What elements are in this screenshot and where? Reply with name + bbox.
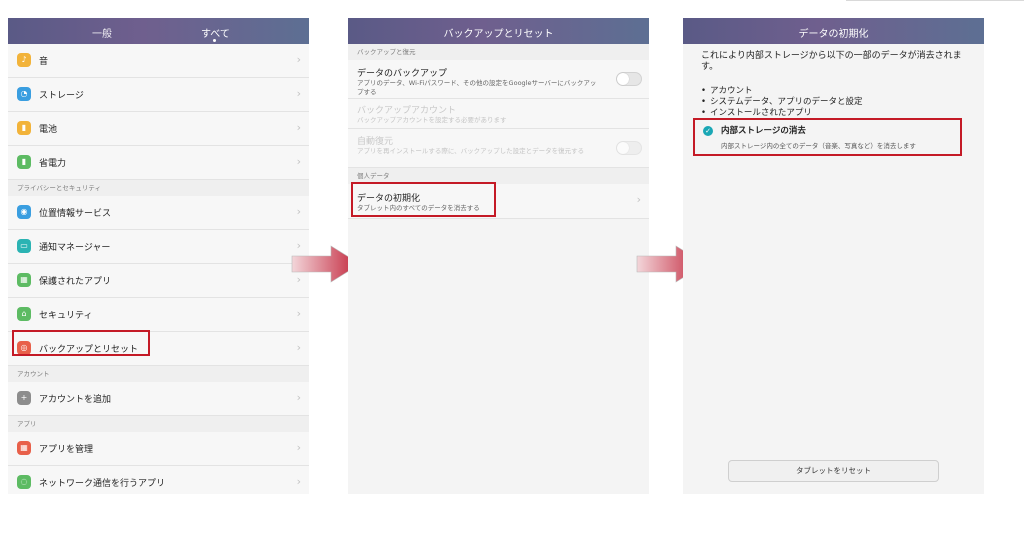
storage-icon: ◔ — [17, 87, 31, 101]
settings-item-storage[interactable]: ◔ ストレージ › — [8, 78, 309, 112]
chevron-right-icon: › — [296, 155, 301, 168]
location-icon: ◉ — [17, 205, 31, 219]
settings-header: 一般 すべて — [8, 18, 309, 44]
settings-item-notifications[interactable]: ▭ 通知マネージャー › — [8, 230, 309, 264]
settings-item-add-account[interactable]: + アカウントを追加 › — [8, 382, 309, 416]
page-title: バックアップとリセット — [443, 29, 554, 40]
chevron-right-icon: › — [296, 87, 301, 100]
warning-text: これにより内部ストレージから以下の一部のデータが消去されます。 — [701, 51, 962, 72]
tab-all[interactable]: すべて — [201, 25, 230, 40]
power-saving-icon: ▮ — [17, 155, 31, 169]
chevron-right-icon: › — [296, 307, 301, 320]
data-backup-title: データのバックアップ — [357, 69, 448, 79]
auto-restore-item[interactable]: 自動復元 アプリを再インストールする際に、バックアップした設定とデータを復元する — [348, 129, 649, 168]
section-header-account: アカウント — [8, 366, 309, 382]
tab-general[interactable]: 一般 — [92, 25, 112, 40]
battery-icon: ▮ — [17, 121, 31, 135]
backup-account-desc: バックアップアカウントを設定する必要があります — [357, 116, 507, 124]
data-backup-toggle[interactable] — [616, 72, 642, 86]
chevron-right-icon: › — [296, 441, 301, 454]
data-backup-item[interactable]: データのバックアップ アプリのデータ、Wi-Fiパスワード、その他の設定をGoo… — [348, 60, 649, 99]
settings-item-label: ネットワーク通信を行うアプリ — [39, 479, 166, 489]
settings-item-label: 音 — [39, 57, 49, 67]
auto-restore-desc: アプリを再インストールする際に、バックアップした設定とデータを復元する — [357, 147, 585, 155]
top-divider — [846, 0, 1024, 1]
backup-account-title: バックアップアカウント — [357, 106, 457, 116]
settings-item-label: 位置情報サービス — [39, 209, 112, 219]
protected-apps-icon: ▦ — [17, 273, 31, 287]
notification-icon: ▭ — [17, 239, 31, 253]
settings-item-sound[interactable]: ♪ 音 › — [8, 44, 309, 78]
settings-item-label: 通知マネージャー — [39, 243, 111, 253]
settings-item-power-saving[interactable]: ▮ 省電力 › — [8, 146, 309, 180]
settings-item-label: 省電力 — [39, 159, 67, 169]
factory-reset-body: これにより内部ストレージから以下の一部のデータが消去されます。 アカウント シス… — [683, 44, 984, 494]
backup-reset-panel: バックアップとリセット バックアップと復元 データのバックアップ アプリのデータ… — [348, 18, 649, 494]
bullet-item: インストールされたアプリ — [701, 106, 812, 118]
section-header-backup: バックアップと復元 — [348, 44, 649, 60]
active-tab-indicator — [213, 39, 216, 42]
settings-panel: 一般 すべて ♪ 音 › ◔ ストレージ › ▮ 電池 › ▮ 省電力 › プラ… — [8, 18, 309, 494]
chevron-right-icon: › — [296, 391, 301, 404]
empty-area — [348, 219, 649, 494]
settings-item-label: ストレージ — [39, 91, 84, 101]
section-header-privacy: プライバシーとセキュリティ — [8, 180, 309, 196]
settings-item-network-apps[interactable]: ◌ ネットワーク通信を行うアプリ › — [8, 466, 309, 494]
settings-item-label: 電池 — [39, 125, 58, 135]
plus-icon: + — [17, 391, 31, 405]
reset-tablet-button[interactable]: タブレットをリセット — [728, 460, 939, 482]
lock-icon: ⌂ — [17, 307, 31, 321]
settings-item-manage-apps[interactable]: ▦ アプリを管理 › — [8, 432, 309, 466]
chevron-right-icon: › — [296, 53, 301, 66]
backup-account-item[interactable]: バックアップアカウント バックアップアカウントを設定する必要があります — [348, 99, 649, 129]
settings-item-label: 保護されたアプリ — [39, 277, 112, 287]
settings-item-location[interactable]: ◉ 位置情報サービス › — [8, 196, 309, 230]
factory-reset-header: データの初期化 — [683, 18, 984, 44]
settings-item-label: アカウントを追加 — [39, 395, 112, 405]
speaker-icon: ♪ — [17, 53, 31, 67]
section-header-apps: アプリ — [8, 416, 309, 432]
chevron-right-icon: › — [636, 193, 641, 206]
settings-item-label: セキュリティ — [39, 311, 93, 321]
backup-reset-header: バックアップとリセット — [348, 18, 649, 44]
network-icon: ◌ — [17, 475, 31, 489]
highlight-box-factory-reset — [351, 182, 496, 217]
highlight-box-backup-reset — [12, 330, 150, 356]
page-title: データの初期化 — [798, 29, 869, 40]
data-backup-desc: アプリのデータ、Wi-Fiパスワード、その他の設定をGoogleサーバーにバック… — [357, 79, 597, 96]
auto-restore-toggle[interactable] — [616, 141, 642, 155]
settings-item-security[interactable]: ⌂ セキュリティ › — [8, 298, 309, 332]
chevron-right-icon: › — [296, 205, 301, 218]
factory-reset-panel: データの初期化 これにより内部ストレージから以下の一部のデータが消去されます。 … — [683, 18, 984, 494]
chevron-right-icon: › — [296, 121, 301, 134]
highlight-box-erase-storage — [693, 118, 962, 156]
auto-restore-title: 自動復元 — [357, 137, 394, 147]
chevron-right-icon: › — [296, 341, 301, 354]
settings-item-protected-apps[interactable]: ▦ 保護されたアプリ › — [8, 264, 309, 298]
settings-item-label: アプリを管理 — [39, 445, 94, 455]
apps-grid-icon: ▦ — [17, 441, 31, 455]
settings-item-battery[interactable]: ▮ 電池 › — [8, 112, 309, 146]
chevron-right-icon: › — [296, 475, 301, 488]
